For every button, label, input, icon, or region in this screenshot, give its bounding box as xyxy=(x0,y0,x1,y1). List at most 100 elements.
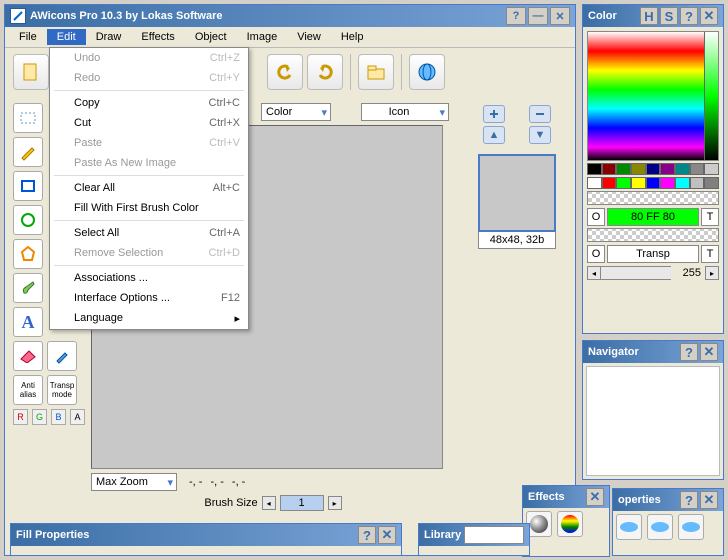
swatch[interactable] xyxy=(616,163,631,175)
ellipse-tool[interactable] xyxy=(13,205,43,235)
next-format-button[interactable]: ▼ xyxy=(529,126,551,144)
color-t-1[interactable]: T xyxy=(701,208,719,226)
color-h-button[interactable]: H xyxy=(640,7,658,25)
menu-fill-with-first-brush-color[interactable]: Fill With First Brush Color xyxy=(50,198,248,218)
color-transp-label[interactable]: Transp xyxy=(607,245,699,263)
lib-count[interactable]: 85 xyxy=(464,526,524,544)
channel-r[interactable]: R xyxy=(13,409,28,425)
effect-gradient[interactable] xyxy=(557,511,583,537)
channel-g[interactable]: G xyxy=(32,409,47,425)
menu-file[interactable]: File xyxy=(9,29,47,45)
swatch[interactable] xyxy=(602,177,617,189)
close-button[interactable]: ✕ xyxy=(550,7,570,25)
menu-interface-options-[interactable]: Interface Options ...F12 xyxy=(50,288,248,308)
swatch[interactable] xyxy=(704,177,719,189)
select-tool[interactable] xyxy=(13,103,43,133)
swatch[interactable] xyxy=(675,177,690,189)
color-o-2[interactable]: O xyxy=(587,245,605,263)
menu-help[interactable]: Help xyxy=(331,29,374,45)
prop-pill-2[interactable] xyxy=(647,514,673,540)
channel-b[interactable]: B xyxy=(51,409,66,425)
color-title: Color xyxy=(588,10,640,22)
alpha-dec[interactable]: ◂ xyxy=(587,266,601,280)
alpha-value: 255 xyxy=(671,267,705,279)
rect-tool[interactable] xyxy=(13,171,43,201)
menu-effects[interactable]: Effects xyxy=(131,29,184,45)
brush-tool[interactable] xyxy=(13,273,43,303)
new-button[interactable] xyxy=(13,54,49,90)
swatch[interactable] xyxy=(704,163,719,175)
swatch[interactable] xyxy=(660,177,675,189)
swatch[interactable] xyxy=(646,163,661,175)
nav-close-button[interactable]: ✕ xyxy=(700,343,718,361)
undo-button[interactable] xyxy=(267,54,303,90)
brush-value[interactable]: 1 xyxy=(280,495,324,511)
menu-view[interactable]: View xyxy=(287,29,331,45)
swatch[interactable] xyxy=(631,177,646,189)
fill-help-button[interactable]: ? xyxy=(358,526,376,544)
swatch[interactable] xyxy=(690,177,705,189)
menu-select-all[interactable]: Select AllCtrl+A xyxy=(50,223,248,243)
menu-image[interactable]: Image xyxy=(237,29,288,45)
prop-pill-1[interactable] xyxy=(616,514,642,540)
swatch[interactable] xyxy=(690,163,705,175)
pencil-tool[interactable] xyxy=(13,137,43,167)
color-o-1[interactable]: O xyxy=(587,208,605,226)
menu-associations-[interactable]: Associations ... xyxy=(50,268,248,288)
effects-close-button[interactable]: ✕ xyxy=(586,488,604,506)
redo-button[interactable] xyxy=(307,54,343,90)
color-close-button[interactable]: ✕ xyxy=(700,7,718,25)
props-close-button[interactable]: ✕ xyxy=(700,491,718,509)
hue-strip[interactable] xyxy=(704,32,718,160)
polygon-tool[interactable] xyxy=(13,239,43,269)
alpha-slider[interactable] xyxy=(601,266,671,280)
color-t-2[interactable]: T xyxy=(701,245,719,263)
color-help-button[interactable]: ? xyxy=(680,7,698,25)
swatch[interactable] xyxy=(631,163,646,175)
swatch[interactable] xyxy=(660,163,675,175)
color-hex[interactable]: 80 FF 80 xyxy=(607,208,699,226)
menu-edit[interactable]: Edit xyxy=(47,29,86,45)
color-s-button[interactable]: S xyxy=(660,7,678,25)
brush-inc[interactable]: ▸ xyxy=(328,496,342,510)
add-format-button[interactable] xyxy=(483,105,505,123)
eyedropper-tool[interactable] xyxy=(47,341,77,371)
status-coord-1: -, - xyxy=(189,476,202,488)
menu-language[interactable]: Language▸ xyxy=(50,308,248,329)
help-button[interactable]: ? xyxy=(506,7,526,25)
mode-combo[interactable]: Color xyxy=(261,103,331,121)
navigator-view[interactable] xyxy=(586,366,720,476)
remove-format-button[interactable] xyxy=(529,105,551,123)
color-picker[interactable] xyxy=(587,31,719,161)
swatch[interactable] xyxy=(602,163,617,175)
swatch[interactable] xyxy=(587,163,602,175)
prop-pill-3[interactable] xyxy=(678,514,704,540)
swatch[interactable] xyxy=(646,177,661,189)
antialias-toggle[interactable]: Anti alias xyxy=(13,375,43,405)
text-tool[interactable]: A xyxy=(13,307,43,337)
channel-a[interactable]: A xyxy=(70,409,85,425)
menu-draw[interactable]: Draw xyxy=(86,29,132,45)
alpha-inc[interactable]: ▸ xyxy=(705,266,719,280)
brush-dec[interactable]: ◂ xyxy=(262,496,276,510)
prev-format-button[interactable]: ▲ xyxy=(483,126,505,144)
web-button[interactable] xyxy=(409,54,445,90)
fill-close-button[interactable]: ✕ xyxy=(378,526,396,544)
props-help-button[interactable]: ? xyxy=(680,491,698,509)
menu-clear-all[interactable]: Clear AllAlt+C xyxy=(50,178,248,198)
icon-preview[interactable] xyxy=(478,154,556,232)
swatch[interactable] xyxy=(675,163,690,175)
menu-object[interactable]: Object xyxy=(185,29,237,45)
preview-panel: ▲ ▼ 48x48, 32b xyxy=(467,105,567,249)
swatch[interactable] xyxy=(616,177,631,189)
transpmode-toggle[interactable]: Transp mode xyxy=(47,375,77,405)
menu-copy[interactable]: CopyCtrl+C xyxy=(50,93,248,113)
minimize-button[interactable]: — xyxy=(528,7,548,25)
eraser-tool[interactable] xyxy=(13,341,43,371)
folder-button[interactable] xyxy=(358,54,394,90)
nav-help-button[interactable]: ? xyxy=(680,343,698,361)
swatch[interactable] xyxy=(587,177,602,189)
zoom-combo[interactable]: Max Zoom xyxy=(91,473,177,491)
view-combo[interactable]: Icon xyxy=(361,103,449,121)
menu-cut[interactable]: CutCtrl+X xyxy=(50,113,248,133)
